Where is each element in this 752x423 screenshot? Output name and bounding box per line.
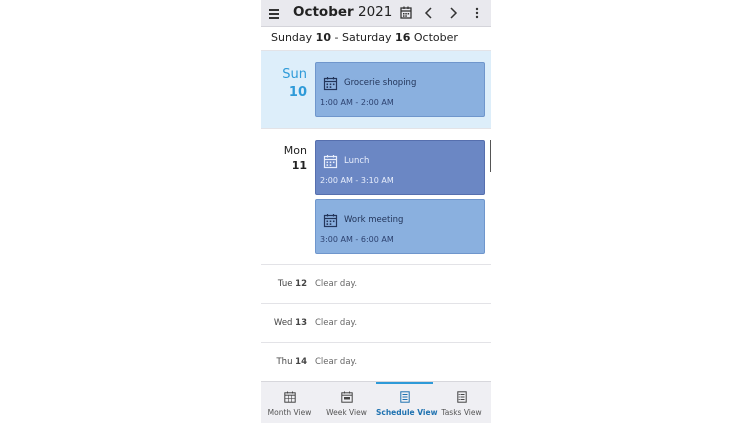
day-number[interactable]: 10 xyxy=(261,85,307,100)
week-range-bar: Sunday 10 - Saturday 16 October xyxy=(261,26,491,51)
event-card[interactable]: Work meeting 3:00 AM - 6:00 AM xyxy=(315,199,485,254)
day-group-mon: Mon 11 Lunch 2:00 AM - 3:10 AM Work meet… xyxy=(261,128,491,265)
event-time: 1:00 AM - 2:00 AM xyxy=(320,98,394,107)
menu-icon[interactable] xyxy=(267,3,283,21)
day-number: 12 xyxy=(295,279,307,289)
more-vertical-icon[interactable] xyxy=(467,3,487,23)
range-separator: - xyxy=(334,31,339,44)
tab-week-view[interactable]: Week View xyxy=(318,382,375,423)
event-calendar-icon xyxy=(323,77,338,91)
app-header: October 2021 xyxy=(261,0,491,27)
event-title: Lunch xyxy=(344,156,370,166)
day-row-tue[interactable]: Tue 12 Clear day. xyxy=(261,265,491,304)
day-group-sun: Sun 10 Grocerie shoping 1:00 AM - 2:00 A… xyxy=(261,51,491,129)
event-calendar-icon xyxy=(323,155,338,169)
day-number[interactable]: 11 xyxy=(261,159,307,172)
range-start-day: Sunday xyxy=(271,31,313,44)
event-title: Grocerie shoping xyxy=(344,78,417,88)
week-view-icon xyxy=(341,391,353,403)
day-name: Sun xyxy=(282,67,307,82)
event-time: 2:00 AM - 3:10 AM xyxy=(320,176,394,185)
schedule-list[interactable]: Sun 10 Grocerie shoping 1:00 AM - 2:00 A… xyxy=(261,51,491,382)
day-row-thu[interactable]: Thu 14 Clear day. xyxy=(261,343,491,382)
range-start-date: 10 xyxy=(315,31,331,44)
week-range-text: Sunday 10 - Saturday 16 October xyxy=(271,31,458,44)
chevron-left-icon[interactable] xyxy=(419,3,439,23)
day-number: 13 xyxy=(295,318,307,328)
scrollbar-thumb[interactable] xyxy=(490,140,491,172)
event-time: 3:00 AM - 6:00 AM xyxy=(320,235,394,244)
tab-schedule-view[interactable]: Schedule View xyxy=(376,382,438,423)
day-label: Tue 12 xyxy=(261,279,307,289)
tab-label: Month View xyxy=(267,408,312,417)
tab-label: Week View xyxy=(326,408,367,417)
day-row-wed[interactable]: Wed 13 Clear day. xyxy=(261,304,491,343)
title-year: 2021 xyxy=(357,4,393,20)
tab-label: Schedule View xyxy=(376,408,438,417)
tab-tasks-view[interactable]: Tasks View xyxy=(433,382,490,423)
title-month: October xyxy=(293,4,354,20)
page-title: October 2021 xyxy=(293,4,392,20)
tasks-view-icon xyxy=(457,391,467,403)
event-title: Work meeting xyxy=(344,215,404,225)
event-card-selected[interactable]: Lunch 2:00 AM - 3:10 AM xyxy=(315,140,485,195)
day-label: Thu 14 xyxy=(261,357,307,367)
day-label: Wed 13 xyxy=(261,318,307,328)
day-number: 14 xyxy=(295,357,307,367)
day-name: Wed xyxy=(273,318,293,328)
day-name: Tue xyxy=(277,279,293,289)
chevron-right-icon[interactable] xyxy=(443,3,463,23)
clear-day-text: Clear day. xyxy=(315,357,358,367)
range-month: October xyxy=(413,31,458,44)
schedule-view-icon xyxy=(400,391,410,403)
clear-day-text: Clear day. xyxy=(315,279,358,289)
tab-month-view[interactable]: Month View xyxy=(261,382,318,423)
range-end-day: Saturday xyxy=(341,31,392,44)
event-calendar-icon xyxy=(323,214,338,228)
tab-label: Tasks View xyxy=(441,408,482,417)
calendar-app: October 2021 Sunday 10 - Saturday 16 Oct… xyxy=(261,0,491,423)
day-name: Mon xyxy=(283,144,307,157)
month-view-icon xyxy=(284,391,296,403)
bottom-tab-bar: Month View Week View Schedule View Tasks… xyxy=(261,381,491,423)
range-end-date: 16 xyxy=(395,31,411,44)
clear-day-text: Clear day. xyxy=(315,318,358,328)
event-card[interactable]: Grocerie shoping 1:00 AM - 2:00 AM xyxy=(315,62,485,117)
day-name: Thu xyxy=(276,357,293,367)
calendar-icon[interactable] xyxy=(396,3,416,23)
